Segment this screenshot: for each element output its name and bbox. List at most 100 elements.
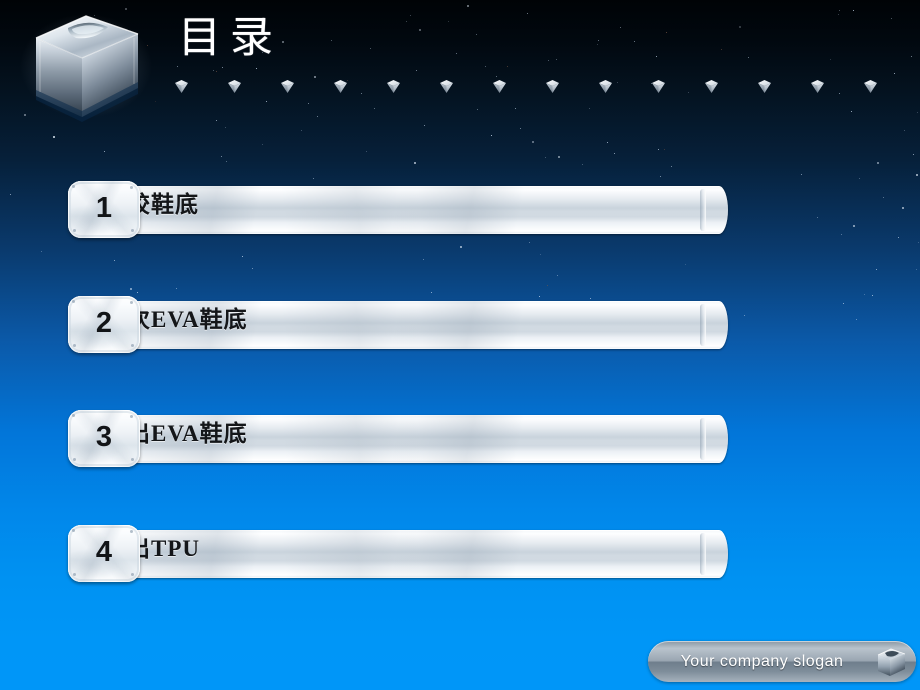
star-speck: [419, 29, 421, 31]
diamond-bullet-icon: [651, 78, 666, 94]
toc-item-number-badge: 2: [68, 296, 140, 353]
star-speck: [130, 288, 132, 290]
badge-rivet: [131, 344, 134, 347]
star-speck: [801, 174, 802, 175]
star-speck: [53, 136, 55, 138]
star-speck: [507, 66, 508, 67]
star-speck: [548, 60, 549, 61]
toc-item-number-badge: 1: [68, 181, 140, 238]
star-speck: [830, 59, 831, 60]
star-speck: [496, 76, 497, 77]
star-speck: [216, 71, 217, 72]
star-speck: [582, 164, 583, 165]
star-speck: [266, 101, 267, 102]
diamond-bullet-icon: [280, 78, 295, 94]
star-speck: [656, 56, 657, 57]
diamond-bullet-icon: [598, 78, 613, 94]
star-speck: [658, 149, 659, 150]
star-speck: [467, 5, 469, 7]
presentation-slide: 目录 橡胶鞋底 1 二次EVA鞋底 2 射出EVA鞋底 3 射出TPU 4 Your comp…: [0, 0, 920, 690]
star-speck: [527, 13, 528, 14]
badge-rivet: [72, 414, 75, 417]
badge-rivet: [131, 458, 134, 461]
star-speck: [424, 125, 425, 126]
star-speck: [597, 44, 598, 45]
diamond-bullet-icon: [810, 78, 825, 94]
company-slogan-banner[interactable]: Your company slogan: [648, 641, 916, 682]
toc-item[interactable]: 橡胶鞋底 1: [0, 181, 920, 239]
star-speck: [520, 128, 521, 129]
star-speck: [176, 288, 177, 289]
star-speck: [410, 15, 411, 16]
star-speck: [515, 108, 516, 109]
star-speck: [634, 41, 635, 42]
star-speck: [547, 285, 548, 286]
diamond-bullet-icon: [757, 78, 772, 94]
star-speck: [904, 130, 905, 131]
star-speck: [252, 268, 253, 269]
toc-item-number-badge: 4: [68, 525, 140, 582]
star-speck: [414, 162, 416, 164]
diamond-bullet-icon: [863, 78, 878, 94]
star-speck: [913, 154, 914, 155]
star-speck: [540, 254, 541, 255]
toc-item-bar: [112, 186, 728, 234]
diamond-bullet-row: [0, 78, 920, 98]
star-speck: [41, 251, 42, 252]
toc-item[interactable]: 射出TPU 4: [0, 525, 920, 583]
star-speck: [282, 41, 284, 43]
star-speck: [557, 275, 558, 276]
star-speck: [614, 153, 615, 154]
star-speck: [839, 10, 840, 11]
star-speck: [916, 269, 917, 270]
star-speck: [213, 70, 214, 71]
star-speck: [877, 162, 879, 164]
star-speck: [262, 144, 263, 145]
badge-rivet: [130, 186, 133, 189]
star-speck: [916, 174, 918, 176]
star-speck: [532, 141, 534, 143]
diamond-bullet-icon: [333, 78, 348, 94]
badge-rivet: [73, 344, 76, 347]
star-speck: [366, 151, 367, 152]
star-speck: [491, 135, 492, 136]
star-speck: [864, 294, 865, 295]
star-speck: [370, 48, 371, 49]
star-speck: [859, 178, 860, 179]
diamond-bullet-icon: [439, 78, 454, 94]
badge-rivet: [73, 229, 76, 232]
badge-rivet: [131, 573, 134, 576]
toc-item-bar: [112, 530, 728, 578]
star-speck: [607, 142, 608, 143]
star-speck: [456, 53, 457, 54]
toc-item-number: 2: [95, 307, 113, 339]
diamond-bullet-icon: [227, 78, 242, 94]
toc-item[interactable]: 二次EVA鞋底 2: [0, 296, 920, 354]
badge-rivet: [73, 573, 76, 576]
star-speck: [918, 242, 919, 243]
star-speck: [301, 130, 302, 131]
badge-rivet: [72, 185, 75, 188]
badge-rivet: [72, 529, 75, 532]
star-speck: [685, 264, 686, 265]
company-slogan-text: Your company slogan: [680, 653, 844, 670]
star-speck: [114, 260, 115, 261]
star-speck: [406, 21, 407, 22]
star-speck: [620, 27, 621, 28]
star-speck: [876, 269, 877, 270]
star-speck: [448, 21, 449, 22]
star-speck: [664, 149, 665, 150]
badge-rivet: [130, 530, 133, 533]
star-speck: [225, 127, 226, 128]
toc-item[interactable]: 射出EVA鞋底 3: [0, 410, 920, 468]
star-speck: [529, 242, 530, 243]
diamond-bullet-icon: [704, 78, 719, 94]
star-speck: [104, 151, 105, 152]
diamond-bullet-icon: [174, 78, 189, 94]
badge-rivet: [130, 301, 133, 304]
star-speck: [671, 166, 672, 167]
star-speck: [313, 178, 314, 179]
star-speck: [911, 56, 912, 57]
star-speck: [851, 111, 852, 112]
star-speck: [894, 73, 895, 74]
